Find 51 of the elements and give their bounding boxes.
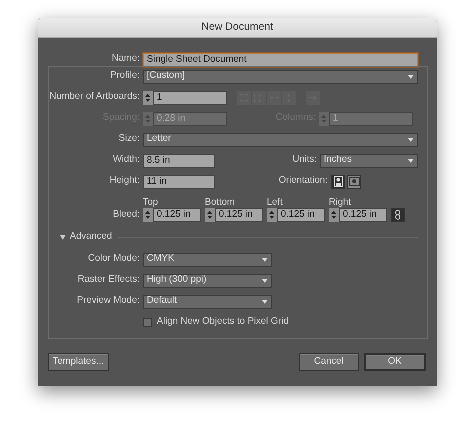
dropdown[interactable]: CMYK (143, 252, 272, 266)
field-label: Left (267, 197, 284, 208)
dropdown[interactable]: Inches (320, 154, 418, 168)
field-label: Height: (108, 174, 141, 188)
field-label: Right (329, 197, 352, 208)
dropdown[interactable]: Default (143, 294, 272, 308)
field-label: Number of Artboards: (49, 90, 141, 104)
field-label: Name: (111, 52, 141, 66)
field-label: Width: (112, 153, 141, 168)
field-label: Units: (292, 153, 318, 168)
landscape-icon[interactable] (347, 174, 361, 188)
checkbox[interactable] (143, 318, 152, 327)
caret-icon (408, 74, 414, 78)
field-label: Size: (118, 132, 141, 146)
dialog-button[interactable]: OK (364, 353, 426, 371)
caret-icon (408, 138, 414, 142)
input-field[interactable]: 0.125 in (215, 208, 263, 222)
input-field[interactable]: 0.125 in (277, 208, 325, 222)
spinner-icon[interactable] (329, 208, 339, 222)
dropdown[interactable]: High (300 ppi) (143, 274, 272, 288)
spinner-icon[interactable] (205, 208, 215, 222)
caret-icon (262, 278, 268, 282)
field-label: Orientation: (278, 174, 329, 188)
input-field[interactable]: 8.5 in (143, 154, 215, 168)
field-label: Top (143, 197, 160, 208)
caret-icon (408, 158, 414, 162)
triangle-icon (60, 234, 66, 240)
window-title: New Document (202, 20, 274, 35)
link-icon[interactable] (391, 208, 405, 222)
input-field[interactable]: 1 (153, 90, 227, 104)
checkbox-label: Align New Objects to Pixel Grid (157, 315, 290, 330)
dropdown[interactable]: Letter (143, 132, 418, 146)
field-label: Bleed: (112, 208, 141, 222)
portrait-icon[interactable] (331, 174, 345, 188)
input-field[interactable]: 0.125 in (153, 208, 201, 222)
spinner-icon[interactable] (143, 90, 153, 104)
field-label: Preview Mode: (76, 294, 141, 308)
field-label: Raster Effects: (76, 273, 141, 288)
dropdown[interactable]: [Custom] (143, 70, 418, 84)
input-field[interactable]: 11 in (143, 174, 215, 188)
spinner-icon[interactable] (267, 208, 277, 222)
field-label: Color Mode: (87, 252, 141, 266)
input-field[interactable]: 0.125 in (339, 208, 387, 222)
input-field[interactable]: Single Sheet Document (143, 52, 418, 66)
caret-icon (262, 258, 268, 262)
spinner-icon[interactable] (143, 208, 153, 222)
dialog-button[interactable]: Cancel (299, 353, 359, 371)
dialog-button[interactable]: Templates... (48, 353, 109, 371)
caret-icon (262, 300, 268, 304)
disclosure-toggle[interactable]: Advanced (60, 230, 112, 244)
field-label: Bottom (205, 197, 236, 208)
